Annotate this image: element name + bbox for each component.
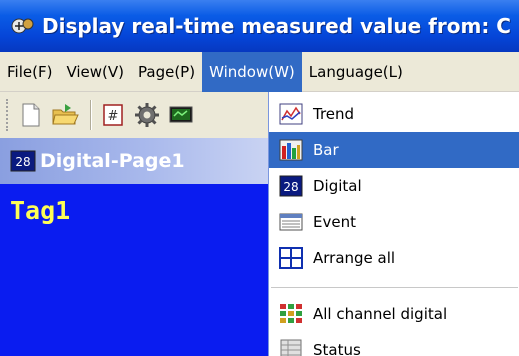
menu-item-label: Bar bbox=[313, 141, 339, 159]
child-window-title: Digital-Page1 bbox=[40, 150, 185, 172]
workspace: 28 Digital-Page1 Tag1 bbox=[0, 138, 268, 356]
tag-label: Tag1 bbox=[10, 196, 71, 225]
menu-item-label: Trend bbox=[313, 105, 355, 123]
menu-item-all-channel-digital[interactable]: All channel digital bbox=[269, 296, 519, 332]
status-icon bbox=[275, 336, 307, 356]
menu-item-label: Arrange all bbox=[313, 249, 396, 267]
svg-text:#: # bbox=[108, 109, 119, 124]
svg-text:28: 28 bbox=[15, 155, 30, 169]
menu-item-trend[interactable]: Trend bbox=[269, 96, 519, 132]
monitor-icon[interactable] bbox=[166, 99, 196, 131]
app-icon[interactable] bbox=[10, 15, 36, 37]
all-channel-digital-icon bbox=[275, 300, 307, 328]
settings-gear-icon[interactable] bbox=[132, 99, 162, 131]
menu-bar: File(F) View(V) Page(P) Window(W) Langua… bbox=[0, 51, 519, 92]
digital-icon: 28 bbox=[10, 150, 36, 172]
window-title: Display real-time measured value from: C bbox=[42, 14, 511, 38]
new-page-icon[interactable] bbox=[16, 99, 46, 131]
trend-icon bbox=[275, 100, 307, 128]
menu-window[interactable]: Window(W) bbox=[202, 51, 302, 92]
menu-view[interactable]: View(V) bbox=[59, 52, 131, 92]
menu-item-arrange-all[interactable]: Arrange all bbox=[269, 240, 519, 276]
menu-item-digital[interactable]: 28 Digital bbox=[269, 168, 519, 204]
toolbar-grip[interactable] bbox=[6, 99, 10, 131]
menu-item-label: Digital bbox=[313, 177, 362, 195]
toolbar: # bbox=[0, 92, 268, 138]
menu-item-event[interactable]: Event bbox=[269, 204, 519, 240]
menu-item-status[interactable]: Status bbox=[269, 332, 519, 356]
menu-page[interactable]: Page(P) bbox=[131, 52, 202, 92]
menu-item-bar[interactable]: Bar bbox=[269, 132, 519, 168]
child-window-title-bar[interactable]: 28 Digital-Page1 bbox=[0, 138, 268, 184]
open-folder-icon[interactable] bbox=[50, 99, 80, 131]
menu-item-label: Status bbox=[313, 341, 361, 356]
title-bar: Display real-time measured value from: C bbox=[0, 0, 519, 52]
menu-item-label: Event bbox=[313, 213, 356, 231]
event-icon bbox=[275, 208, 307, 236]
menu-item-label: All channel digital bbox=[313, 305, 448, 323]
digital-icon: 28 bbox=[275, 172, 307, 200]
digital-icon[interactable]: # bbox=[98, 99, 128, 131]
menu-language[interactable]: Language(L) bbox=[302, 52, 410, 92]
menu-separator bbox=[271, 287, 518, 288]
bar-chart-icon bbox=[275, 136, 307, 164]
svg-text:28: 28 bbox=[283, 180, 298, 194]
window-menu-dropdown: Trend Bar 28 Digital Event Arrange all A… bbox=[268, 92, 519, 356]
arrange-all-icon bbox=[275, 244, 307, 272]
toolbar-separator bbox=[90, 100, 92, 130]
menu-file[interactable]: File(F) bbox=[0, 52, 59, 92]
